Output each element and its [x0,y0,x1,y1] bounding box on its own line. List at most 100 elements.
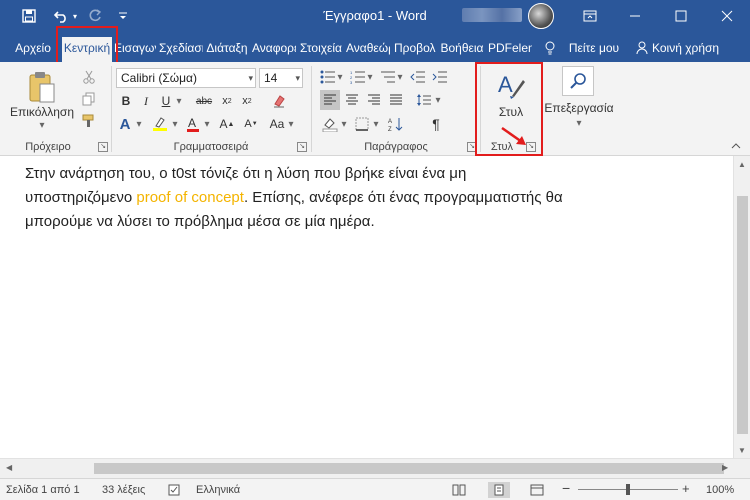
svg-text:A: A [388,119,392,125]
tab-references[interactable]: Αναφορές [252,37,296,62]
line-spacing-icon[interactable] [414,90,434,110]
multilevel-list-icon[interactable] [378,68,398,86]
highlight-box-home-tab [56,26,118,66]
font-color-icon[interactable]: A [184,114,202,134]
horizontal-scroll-thumb[interactable] [94,463,724,474]
grow-font-icon[interactable]: A ▲ [216,114,238,134]
font-color-dropdown-icon[interactable]: ▾ [202,116,212,132]
superscript-icon[interactable]: x2 [238,92,256,110]
shading-icon[interactable] [320,114,340,134]
vertical-scroll-thumb[interactable] [737,196,748,434]
tell-me-search[interactable]: Πείτε μου [564,37,624,62]
document-text[interactable]: Στην ανάρτηση του, ο t0st τόνιζε ότι η λ… [25,162,705,234]
font-size-combobox[interactable]: 14 ▾ [259,68,303,88]
editing-dropdown-icon[interactable]: ▾ [572,116,586,130]
page-count[interactable]: Σελίδα 1 από 1 [6,484,80,496]
align-left-icon[interactable] [320,90,340,110]
word-count[interactable]: 33 λέξεις [102,484,145,496]
ribbon-display-options-icon[interactable] [567,0,613,32]
share-button[interactable]: Κοινή χρήση [652,37,732,62]
scroll-left-icon[interactable]: ◀ [6,463,12,472]
clear-formatting-icon[interactable] [270,92,288,110]
clipboard-dialog-launcher-icon[interactable]: ↘ [98,142,108,152]
shrink-font-icon[interactable]: A ▼ [240,114,262,134]
format-painter-icon[interactable] [80,112,98,130]
tab-mailings[interactable]: Στοιχεία [299,37,343,62]
scroll-down-icon[interactable]: ▼ [738,446,746,455]
paste-icon[interactable] [14,68,70,106]
align-right-icon[interactable] [364,90,384,110]
sort-icon[interactable]: AZ [386,114,406,134]
justify-icon[interactable] [386,90,406,110]
zoom-in-icon[interactable]: + [682,481,690,496]
zoom-slider-thumb[interactable] [626,484,630,495]
bullets-dropdown-icon[interactable]: ▾ [336,70,344,84]
zoom-out-icon[interactable]: − [562,480,570,496]
underline-dropdown-icon[interactable]: ▾ [174,92,184,110]
bold-icon[interactable]: B [118,92,134,110]
paste-dropdown-icon[interactable]: ▾ [32,120,52,131]
editing-button-label[interactable]: Επεξεργασία [544,100,614,116]
avatar[interactable] [528,3,554,29]
proofing-icon[interactable] [168,484,182,499]
lightbulb-icon[interactable] [538,37,562,62]
paste-button-label[interactable]: Επικόλληση [6,104,78,120]
web-layout-icon[interactable] [526,482,548,498]
status-bar: Σελίδα 1 από 1 33 λέξεις Ελληνικά − + 10… [0,478,750,500]
borders-icon[interactable] [352,114,372,134]
scroll-right-icon[interactable]: ▶ [722,463,728,472]
change-case-icon[interactable]: Aa [266,114,288,134]
tab-view[interactable]: Προβολή [394,37,436,62]
tab-layout[interactable]: Διάταξη [205,37,249,62]
underline-icon[interactable]: U [158,92,174,110]
increase-indent-icon[interactable] [430,68,450,86]
share-person-icon[interactable] [634,37,650,62]
show-formatting-marks-icon[interactable]: ¶ [426,114,446,134]
close-icon[interactable] [704,0,750,32]
change-case-dropdown-icon[interactable]: ▾ [286,116,296,132]
doc-line-1: Στην ανάρτηση του, ο t0st τόνιζε ότι η λ… [25,165,467,182]
minimize-icon[interactable] [612,0,658,32]
highlight-dropdown-icon[interactable]: ▾ [170,116,180,132]
font-dialog-launcher-icon[interactable]: ↘ [297,142,307,152]
italic-icon[interactable]: I [138,92,154,110]
find-search-icon[interactable] [562,66,594,96]
zoom-level[interactable]: 100% [706,484,734,496]
clipboard-group-label: Πρόχειρο [25,141,71,153]
highlight-color-icon[interactable] [150,114,170,134]
bullets-icon[interactable] [318,68,338,86]
numbering-dropdown-icon[interactable]: ▾ [366,70,374,84]
horizontal-scrollbar[interactable]: ◀ ▶ [0,458,750,478]
document-area[interactable]: Στην ανάρτηση του, ο t0st τόνιζε ότι η λ… [0,156,733,458]
chevron-down-icon: ▾ [248,73,253,83]
align-center-icon[interactable] [342,90,362,110]
copy-icon[interactable] [80,90,98,108]
collapse-ribbon-icon[interactable] [728,140,744,152]
tab-pdfelement[interactable]: PDFelement [488,37,532,62]
maximize-icon[interactable] [658,0,704,32]
cut-icon[interactable] [80,68,98,86]
text-effects-icon[interactable]: A [116,114,134,134]
tab-review[interactable]: Αναθεώρηση [346,37,390,62]
ribbon: Επικόλληση ▾ Πρόχειρο ↘ Calibri (Σώμα) ▾… [0,62,750,156]
read-mode-icon[interactable] [448,482,470,498]
decrease-indent-icon[interactable] [408,68,428,86]
numbering-icon[interactable]: 123 [348,68,368,86]
scroll-up-icon[interactable]: ▲ [738,160,746,169]
line-spacing-dropdown-icon[interactable]: ▾ [434,92,442,108]
vertical-scrollbar[interactable]: ▲ ▼ [733,156,750,458]
font-name-combobox[interactable]: Calibri (Σώμα) ▾ [116,68,256,88]
tab-design[interactable]: Σχεδίαση [159,37,203,62]
strikethrough-icon[interactable]: abc [192,92,216,110]
subscript-icon[interactable]: x2 [218,92,236,110]
language[interactable]: Ελληνικά [196,484,240,496]
tab-file[interactable]: Αρχείο [8,37,58,62]
borders-dropdown-icon[interactable]: ▾ [372,116,380,132]
print-layout-icon[interactable] [488,482,510,498]
font-group-label: Γραμματοσειρά [173,141,249,153]
tab-insert[interactable]: Εισαγωγή [114,37,156,62]
text-effects-dropdown-icon[interactable]: ▾ [134,116,144,132]
shading-dropdown-icon[interactable]: ▾ [340,116,348,132]
multilevel-dropdown-icon[interactable]: ▾ [396,70,404,84]
tab-help[interactable]: Βοήθεια [440,37,484,62]
